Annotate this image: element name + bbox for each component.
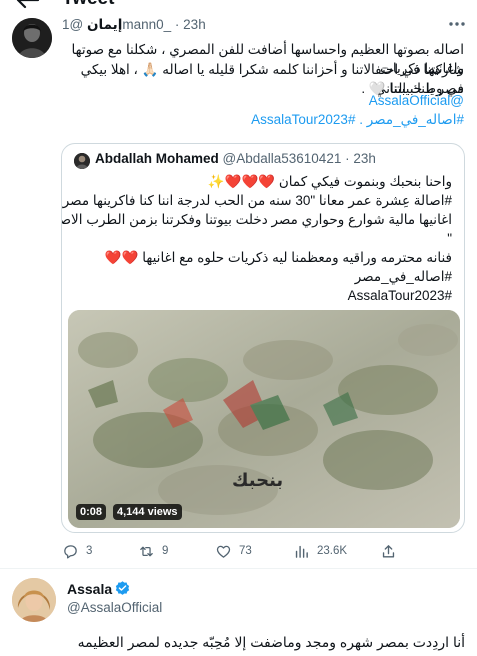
quote-text-line: فنانه محترمه وراقيه ومعظمنا ليه ذكريات ح… [104,250,452,265]
avatar[interactable] [12,578,56,622]
reply-button[interactable]: 3 [62,541,92,561]
retweet-icon [140,546,153,556]
meta-separator: · [174,17,180,32]
quote-text-line: " [447,231,452,246]
page-header: Tweet [0,0,477,10]
share-button[interactable] [380,541,397,561]
share-icon [382,544,395,557]
page-title: Tweet [62,0,114,10]
quote-hashtag-line[interactable]: #AssalaTour2023 [348,286,452,305]
tweet-action-bar: 3 9 73 23.6K [62,541,466,561]
retweet-count: 9 [162,545,169,557]
divider [0,568,477,569]
video-views-badge: 4,144 views [113,504,182,520]
video-caption: بنحبك [232,470,284,491]
reply-count: 3 [86,545,93,557]
quote-author-meta: Abdallah Mohamed @Abdalla53610421 · 23h [95,151,376,166]
tweet-time[interactable]: 23h [183,17,206,32]
hashtag-links[interactable]: #اصاله_في_مصر . #AssalaTour2023 [62,110,464,129]
video-duration-badge: 0:08 [76,504,107,520]
like-count: 73 [239,545,252,557]
verified-badge-icon [115,581,130,595]
quote-text-line: #اصالة عِشرة عمر معانا "30 سنه من الحب ل… [62,193,452,208]
quote-text-line: واحنا بنحبك وبنموت فيكي كمان ❤️❤️❤️✨ [207,174,452,189]
quote-author-handle[interactable]: @Abdalla53610421 [223,151,342,166]
tweet-author-meta: إيمان @1mann0_ · 23h [62,17,206,33]
crowd-scene-image [68,310,460,528]
reply-icon [64,544,77,559]
heart-icon [216,545,231,558]
meta-separator: · [345,151,350,166]
reply-author-name[interactable]: Assala [67,581,112,597]
retweet-button[interactable]: 9 [138,541,168,561]
quote-avatar [74,153,90,169]
mention-link[interactable]: @AssalaOfficial [62,91,464,110]
more-options-icon[interactable] [448,19,466,29]
quote-time[interactable]: 23h [353,151,376,166]
like-button[interactable]: 73 [215,541,252,561]
views-count: 23.6K [317,545,348,557]
video-thumbnail[interactable]: بنحبك 0:08 4,144 views [68,310,460,528]
reply-author-handle[interactable]: @AssalaOfficial [67,600,162,615]
quote-author-name[interactable]: Abdallah Mohamed [95,151,219,166]
quote-hashtag-line[interactable]: #اصاله_في_مصر [355,267,452,286]
tweet-author-name[interactable]: إيمان [87,17,122,32]
back-arrow-icon[interactable] [14,0,40,10]
quote-text-line: اغانيها مالية شوارع وحواري مصر دخلت بيوت… [62,212,452,227]
quoted-tweet-card[interactable]: Abdallah Mohamed @Abdalla53610421 · 23h … [61,143,465,533]
views-button[interactable]: 23.6K [293,541,347,561]
tweet-thread-page: Tweet إيمان @1mann0_ · 23h اصاله بصوتها … [0,0,477,656]
reply-text: أنا اردِدت بمصر شهره ومجد وماضفت إلا مُح… [77,634,465,650]
avatar[interactable] [12,18,52,58]
analytics-icon [295,545,308,558]
